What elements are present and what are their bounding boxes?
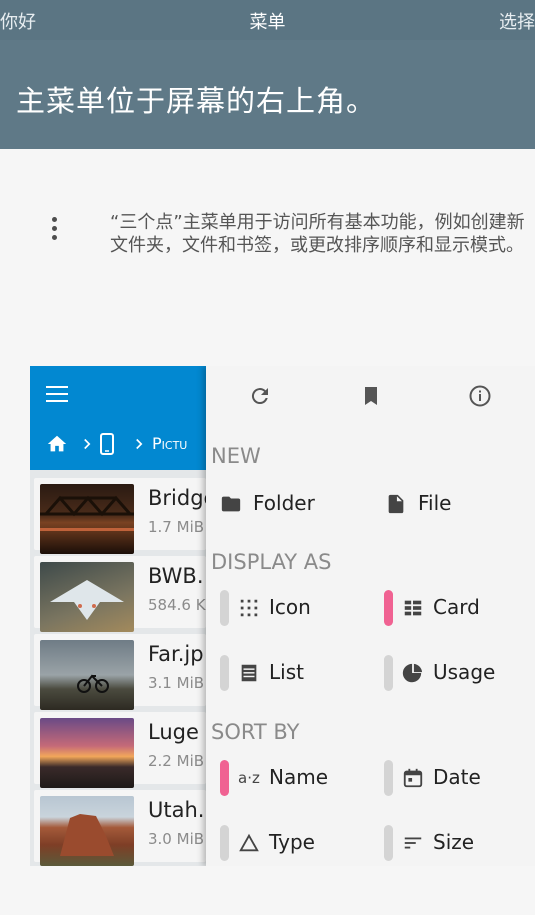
app-screenshot: Pictu Bridge 1.7 MiB BWB. 584.6 K Far.jp…: [30, 366, 535, 866]
more-vert-icon: [50, 217, 58, 245]
calendar-icon: [403, 768, 423, 788]
info-icon[interactable]: [468, 384, 492, 408]
list-item[interactable]: BWB. 584.6 K: [34, 556, 206, 632]
sort-type-label: Type: [269, 830, 315, 854]
home-icon[interactable]: [46, 433, 68, 455]
new-folder-button[interactable]: Folder: [206, 486, 366, 522]
folder-icon: [221, 496, 241, 512]
page-title: 主菜单位于屏幕的右上角。: [16, 84, 377, 118]
file-size: 3.1 MiB: [148, 674, 205, 692]
description-text: “三个点”主菜单用于访问所有基本功能，例如创建新文件夹，文件和书签，或更改排序顺…: [110, 212, 525, 256]
selection-indicator: [384, 655, 393, 691]
breadcrumb: Pictu: [46, 432, 216, 456]
selection-indicator: [220, 655, 229, 691]
file-name: Utah.: [148, 798, 205, 822]
sort-name-option[interactable]: a·z Name: [220, 760, 370, 796]
sort-type-option[interactable]: Type: [220, 825, 370, 861]
file-name: Far.jp: [148, 642, 204, 666]
page-header: 主菜单位于屏幕的右上角。: [0, 40, 535, 149]
list-item[interactable]: Bridge 1.7 MiB: [34, 478, 216, 554]
pie-chart-icon: [402, 663, 423, 683]
file-list: Bridge 1.7 MiB BWB. 584.6 K Far.jp 3.1 M…: [30, 470, 216, 866]
new-folder-label: Folder: [253, 491, 315, 515]
thumbnail-image: [40, 484, 134, 554]
new-file-button[interactable]: File: [371, 486, 531, 522]
sort-date-option[interactable]: Date: [384, 760, 534, 796]
grid-dots-icon: [240, 599, 258, 617]
section-display: DISPLAY AS: [211, 550, 332, 574]
thumbnail-image: [40, 640, 134, 710]
display-card-label: Card: [433, 595, 480, 619]
sort-lines-icon: [404, 837, 422, 849]
refresh-icon[interactable]: [248, 384, 272, 408]
app-bar: Pictu: [30, 366, 206, 470]
file-size: 3.0 MiB: [148, 830, 205, 848]
thumbnail-image: [40, 718, 134, 788]
file-name: Luge: [148, 720, 199, 744]
selection-indicator: [384, 825, 393, 861]
section-sort: SORT BY: [211, 720, 300, 744]
list-item[interactable]: Far.jp 3.1 MiB: [34, 634, 206, 710]
breadcrumb-current[interactable]: Pictu: [152, 434, 187, 453]
select-button[interactable]: 选择: [499, 8, 535, 34]
display-list-option[interactable]: List: [220, 655, 370, 691]
file-icon: [388, 494, 404, 514]
sort-size-label: Size: [433, 830, 475, 854]
phone-storage-icon[interactable]: [98, 432, 116, 456]
triangle-icon: [239, 833, 259, 852]
top-bar-title: 菜单: [249, 12, 286, 33]
chevron-right-icon: [84, 438, 91, 450]
new-file-label: File: [418, 491, 452, 515]
file-name: BWB.: [148, 564, 204, 588]
file-size: 2.2 MiB: [148, 752, 205, 770]
selection-indicator: [220, 590, 229, 626]
display-card-option[interactable]: Card: [384, 590, 534, 626]
main-menu: NEW Folder File DISPLAY AS Icon Card Lis…: [206, 366, 535, 866]
file-size: 1.7 MiB: [148, 518, 205, 536]
sort-name-label: Name: [269, 765, 329, 789]
selection-indicator: [384, 760, 393, 796]
sort-date-label: Date: [433, 765, 481, 789]
list-view-icon: [241, 664, 257, 682]
selection-indicator: [384, 590, 393, 626]
selection-indicator: [220, 825, 229, 861]
thumbnail-image: [40, 796, 134, 866]
file-size: 584.6 K: [148, 596, 206, 614]
list-item[interactable]: Utah. 3.0 MiB: [34, 790, 206, 866]
thumbnail-image: [40, 562, 134, 632]
bookmark-icon[interactable]: [359, 384, 383, 408]
sort-az-icon: a·z: [238, 769, 260, 787]
card-view-icon: [404, 600, 422, 616]
display-icon-label: Icon: [269, 595, 311, 619]
selection-indicator: [220, 760, 229, 796]
chevron-right-icon: [136, 438, 143, 450]
section-new: NEW: [211, 444, 261, 468]
top-bar: 你好 菜单 选择: [0, 0, 535, 40]
sort-size-option[interactable]: Size: [384, 825, 534, 861]
display-list-label: List: [269, 660, 304, 684]
display-icon-option[interactable]: Icon: [220, 590, 370, 626]
display-usage-label: Usage: [433, 660, 496, 684]
menu-icon[interactable]: [46, 386, 68, 402]
list-item[interactable]: Luge 2.2 MiB: [34, 712, 206, 788]
display-usage-option[interactable]: Usage: [384, 655, 534, 691]
